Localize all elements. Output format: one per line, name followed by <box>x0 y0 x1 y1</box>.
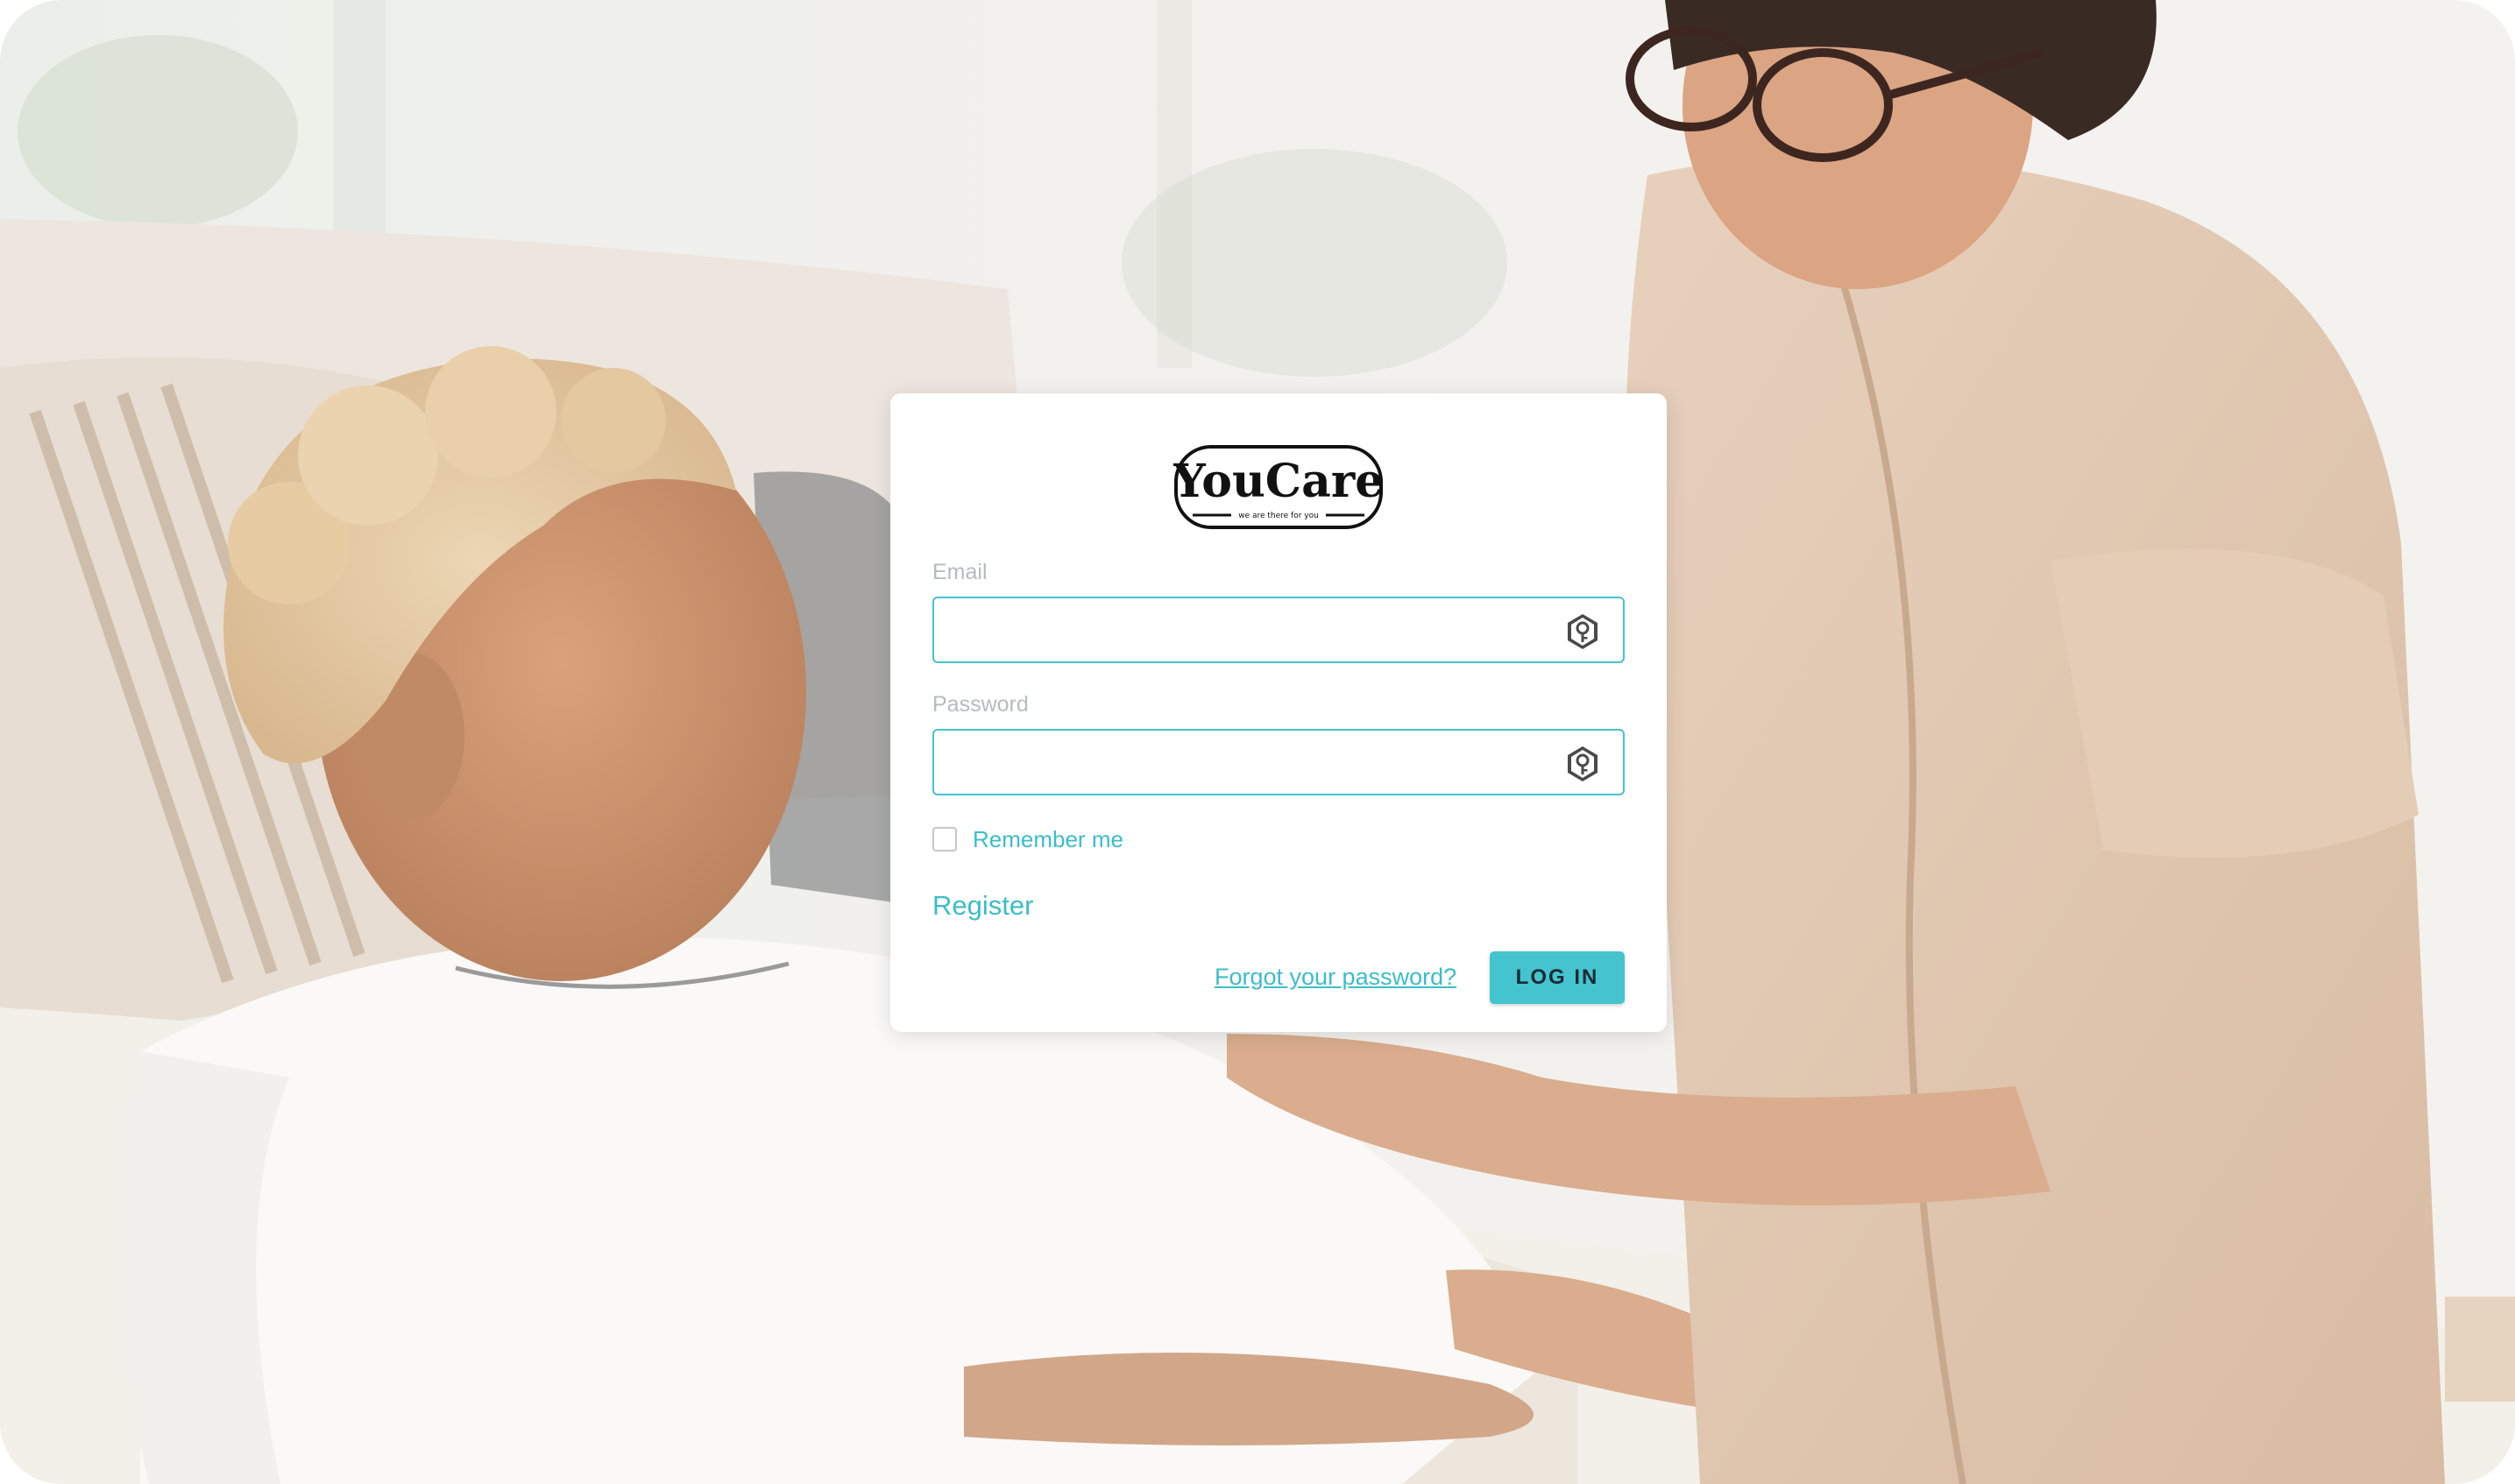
password-input[interactable] <box>950 739 1549 787</box>
remember-me-label[interactable]: Remember me <box>973 826 1123 853</box>
login-button[interactable]: LOG IN <box>1490 951 1625 1004</box>
email-input[interactable] <box>950 607 1549 654</box>
email-field[interactable] <box>932 597 1625 663</box>
password-manager-key-icon[interactable] <box>1563 745 1602 783</box>
password-field[interactable] <box>932 729 1625 795</box>
login-page: YouCare we are there for you Email Passw… <box>0 0 2515 1484</box>
register-link[interactable]: Register <box>932 890 1033 922</box>
password-manager-key-icon[interactable] <box>1563 612 1602 651</box>
login-card: YouCare we are there for you Email Passw… <box>890 393 1667 1032</box>
remember-me[interactable]: Remember me <box>932 824 1123 854</box>
remember-me-checkbox[interactable] <box>932 827 957 852</box>
logo-tagline: we are there for you <box>1238 512 1319 520</box>
logo-wordmark: YouCare <box>1173 455 1384 508</box>
youcare-logo: YouCare we are there for you <box>1173 445 1384 529</box>
password-label: Password <box>932 692 1029 717</box>
forgot-password-link[interactable]: Forgot your password? <box>1215 964 1456 991</box>
email-label: Email <box>932 560 988 584</box>
